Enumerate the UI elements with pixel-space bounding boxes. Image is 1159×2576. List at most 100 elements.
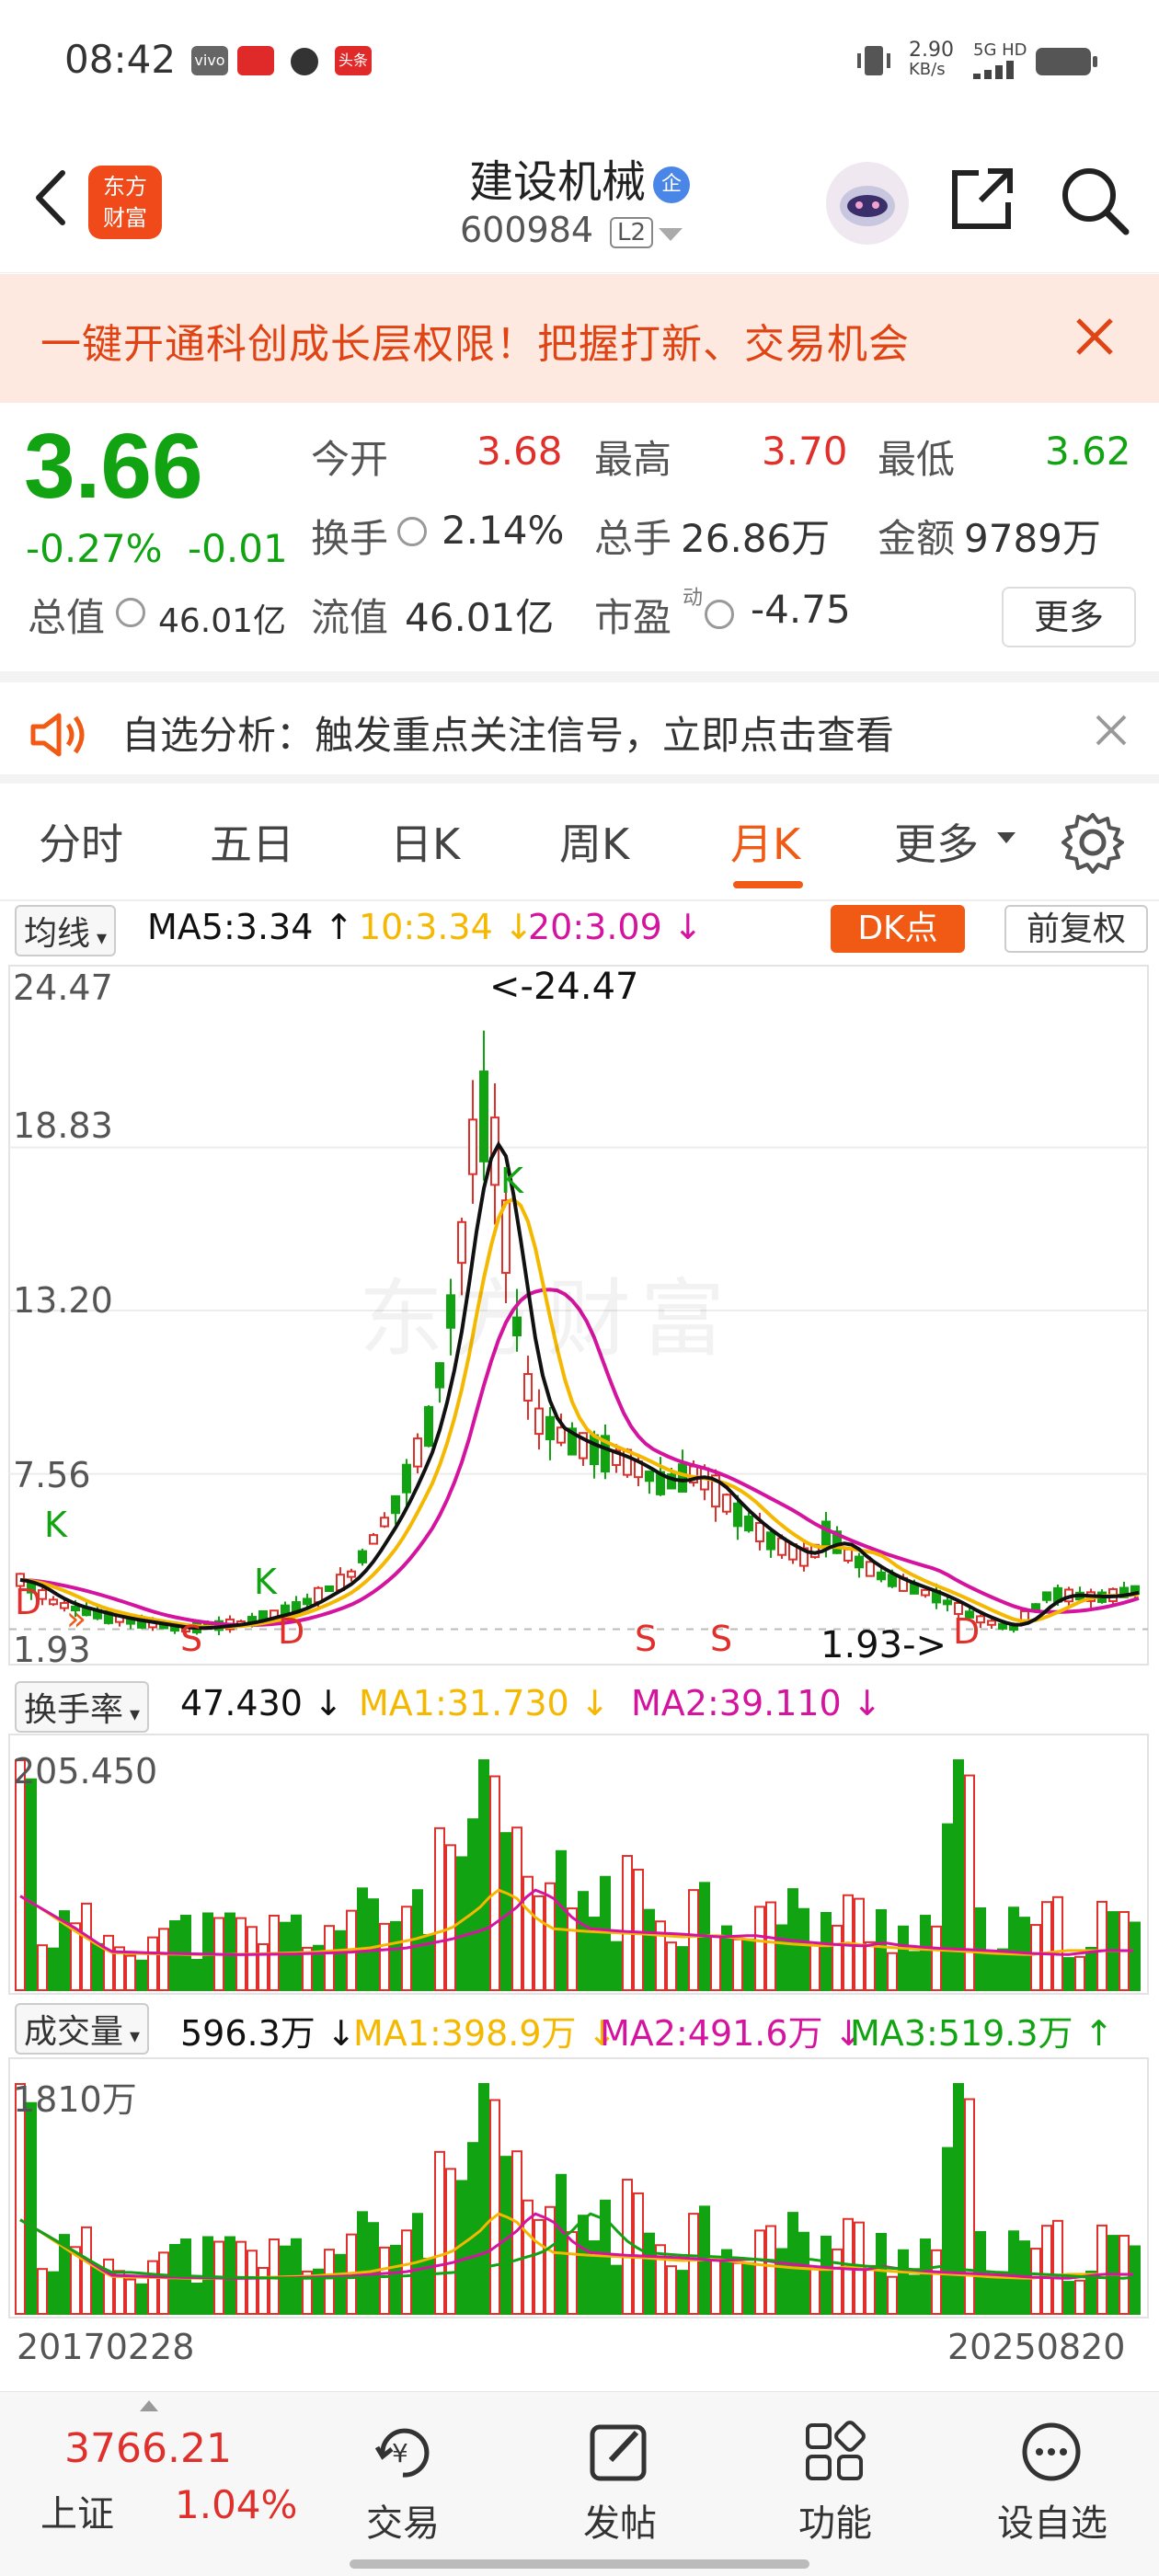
promo-banner[interactable]: 一键开通科创成长层权限！把握打新、交易机会 bbox=[0, 274, 1159, 403]
candle-body bbox=[424, 1405, 433, 1448]
volume-bar bbox=[754, 2229, 765, 2315]
signal-d: D bbox=[953, 1611, 981, 1652]
index-value[interactable]: 3766.21 bbox=[64, 2425, 232, 2472]
nav-add-watchlist[interactable]: 设自选 bbox=[979, 2493, 1126, 2547]
volume-bar bbox=[809, 2265, 820, 2315]
candle-body bbox=[347, 1570, 356, 1578]
volume-bar bbox=[732, 2261, 743, 2315]
volume-bar bbox=[136, 2283, 147, 2316]
volume-bar bbox=[467, 1818, 478, 1992]
volume-bar bbox=[688, 1889, 699, 1991]
candle-body bbox=[413, 1437, 422, 1468]
share-icon[interactable] bbox=[947, 164, 1017, 237]
adjust-button[interactable]: 前复权 bbox=[1004, 905, 1148, 953]
tab-weekly-k[interactable]: 周K bbox=[559, 811, 629, 872]
volume-bar bbox=[489, 2099, 500, 2315]
turnover-indicator-select[interactable]: 换手率 ▾ bbox=[15, 1681, 150, 1733]
volume-bar bbox=[942, 1823, 953, 1991]
candle-body bbox=[468, 1118, 477, 1175]
app-icon bbox=[237, 46, 274, 75]
close-icon[interactable] bbox=[1095, 714, 1128, 750]
more-dots-icon[interactable] bbox=[1019, 2420, 1084, 2488]
volume-bar bbox=[556, 2173, 567, 2315]
volume-bar bbox=[1008, 1906, 1019, 1992]
info-icon[interactable] bbox=[397, 517, 427, 546]
period-tabs: 分时 五日 日K 周K 月K 更多 bbox=[0, 784, 1159, 901]
volume-bar bbox=[191, 2283, 202, 2316]
volume-bar bbox=[710, 1935, 721, 1992]
volume-bar bbox=[247, 1926, 258, 1991]
volume-bar bbox=[909, 1951, 920, 1991]
volume-value: 26.86万 bbox=[681, 516, 831, 561]
volume-bar bbox=[202, 1912, 213, 1992]
close-icon[interactable] bbox=[1074, 316, 1115, 361]
battery-icon bbox=[1036, 46, 1100, 81]
volume-bar bbox=[743, 1938, 754, 1991]
volume-bar bbox=[1074, 2279, 1085, 2315]
volume-bar bbox=[953, 1759, 964, 1991]
volume-bar bbox=[611, 1941, 622, 1992]
tab-monthly-k[interactable]: 月K bbox=[730, 811, 800, 872]
volume-indicator-select[interactable]: 成交量 ▾ bbox=[15, 2003, 150, 2055]
tab-five-day[interactable]: 五日 bbox=[210, 811, 294, 872]
volume-bar bbox=[909, 2274, 920, 2315]
status-bar: 08:42 vivo 头条 2.90 KB/s 5G HD bbox=[0, 0, 1159, 129]
volume-bar bbox=[1030, 1924, 1041, 1991]
trade-icon[interactable]: ¥ bbox=[372, 2420, 436, 2488]
stock-header: 东方 财富 建设机械企 600984 L2 bbox=[0, 129, 1159, 273]
volume-bar bbox=[776, 1924, 787, 1992]
volume-bar bbox=[280, 2245, 291, 2315]
nav-features[interactable]: 功能 bbox=[762, 2493, 909, 2547]
settings-icon[interactable] bbox=[1061, 811, 1124, 877]
more-button[interactable]: 更多 bbox=[1002, 587, 1136, 647]
level-badge[interactable]: L2 bbox=[610, 217, 654, 248]
caret-down-icon[interactable] bbox=[997, 831, 1016, 849]
grid-apps-icon[interactable] bbox=[802, 2420, 866, 2488]
tab-intraday[interactable]: 分时 bbox=[39, 811, 123, 872]
ma5-line bbox=[19, 1140, 1140, 1631]
info-icon[interactable] bbox=[116, 598, 145, 627]
search-icon[interactable] bbox=[1058, 164, 1131, 241]
volume-bar bbox=[887, 1952, 898, 1992]
low-value: 3.62 bbox=[1045, 429, 1131, 474]
volume-bar bbox=[754, 1906, 765, 1991]
candle-body bbox=[402, 1463, 411, 1494]
signal-k: K bbox=[500, 1161, 523, 1201]
volume-bar bbox=[368, 1898, 379, 1991]
indicator-select[interactable]: 均线 ▾ bbox=[15, 905, 117, 956]
candle-body bbox=[325, 1585, 334, 1593]
nav-post[interactable]: 发帖 bbox=[546, 2493, 694, 2547]
turnover-readout: 47.430 ↓ bbox=[180, 1683, 343, 1723]
min-marker: 1.93-> bbox=[820, 1624, 947, 1666]
nav-trade[interactable]: 交易 bbox=[329, 2493, 476, 2547]
index-change[interactable]: 1.04% bbox=[175, 2482, 297, 2527]
info-icon[interactable] bbox=[705, 600, 734, 629]
candle-body bbox=[358, 1550, 367, 1563]
caret-down-icon[interactable] bbox=[659, 228, 683, 246]
index-name[interactable]: 上证 bbox=[40, 2484, 114, 2537]
analysis-alert[interactable]: 自选分析：触发重点关注信号，立即点击查看 bbox=[0, 682, 1159, 784]
volume-bar bbox=[478, 2083, 489, 2315]
tab-daily-k[interactable]: 日K bbox=[390, 811, 460, 872]
signal-s: S bbox=[710, 1619, 733, 1659]
change-pct: -0.27% bbox=[26, 526, 163, 571]
caret-up-icon[interactable] bbox=[140, 2398, 158, 2415]
turnover-chart[interactable] bbox=[0, 1731, 1159, 1998]
banner-text: 一键开通科创成长层权限！把握打新、交易机会 bbox=[40, 321, 910, 368]
volume-bar bbox=[578, 1891, 589, 1992]
tab-more[interactable]: 更多 bbox=[894, 811, 979, 872]
volume-bar bbox=[478, 1759, 489, 1991]
volume-bar bbox=[147, 2260, 158, 2315]
candle-body bbox=[678, 1463, 687, 1493]
assistant-avatar-icon[interactable] bbox=[826, 162, 909, 245]
ma20-readout: 20:3.09 ↓ bbox=[528, 907, 703, 947]
volume-bar bbox=[103, 1934, 114, 1991]
volume-bar bbox=[324, 2249, 335, 2315]
edit-post-icon[interactable] bbox=[587, 2420, 651, 2488]
volume-bar bbox=[1041, 2225, 1052, 2315]
volume-bar bbox=[820, 1911, 832, 1992]
volume-chart[interactable] bbox=[0, 2055, 1159, 2321]
double-chevron-icon[interactable]: » bbox=[66, 1600, 86, 1638]
dk-point-button[interactable]: DK点 bbox=[831, 905, 965, 953]
volume-bar bbox=[169, 2244, 180, 2315]
